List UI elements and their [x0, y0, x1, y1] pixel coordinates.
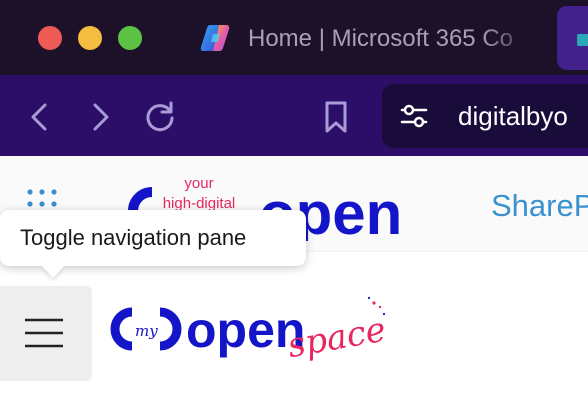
svg-text:your: your: [184, 175, 213, 192]
browser-titlebar: Home | Microsoft 365 Co: [0, 0, 588, 75]
forward-icon[interactable]: [80, 97, 120, 137]
close-window-button[interactable]: [38, 26, 62, 50]
browser-tab-next[interactable]: [557, 6, 588, 70]
navigation-tooltip: Toggle navigation pane: [0, 210, 306, 266]
address-bar[interactable]: digitalbyo: [382, 84, 588, 148]
hamburger-icon: [25, 318, 63, 348]
tooltip-arrow: [42, 266, 64, 278]
myopenspace-logo[interactable]: my open space: [108, 294, 396, 370]
reload-icon[interactable]: [140, 97, 180, 137]
sliders-icon[interactable]: [398, 100, 430, 132]
sharepoint-label[interactable]: ShareP: [491, 186, 588, 226]
tooltip-text: Toggle navigation pane: [20, 225, 247, 250]
bookmark-icon[interactable]: [316, 97, 356, 137]
copilot-icon: [200, 25, 230, 51]
zoom-window-button[interactable]: [118, 26, 142, 50]
minimize-window-button[interactable]: [78, 26, 102, 50]
svg-text:my: my: [135, 322, 158, 340]
back-icon[interactable]: [20, 97, 60, 137]
browser-toolbar: digitalbyo: [0, 75, 588, 156]
url-text[interactable]: digitalbyo: [458, 98, 588, 134]
tab-favicon-icon: [577, 34, 588, 46]
navigation-toggle-button[interactable]: [0, 286, 92, 381]
